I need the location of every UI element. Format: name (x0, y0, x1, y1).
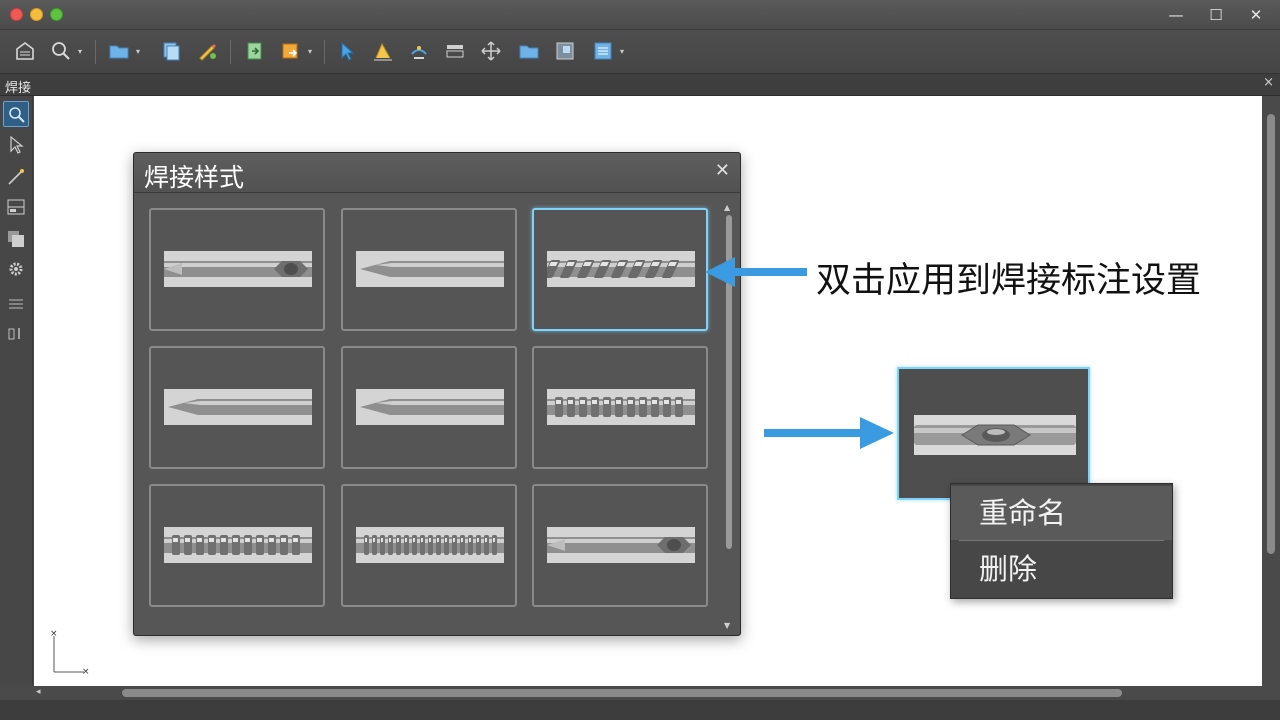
scroll-down-icon[interactable]: ▼ (724, 621, 730, 630)
toolbar-separator (230, 40, 231, 64)
weld-style-image (164, 251, 312, 287)
vertical-scrollbar[interactable] (1262, 96, 1280, 686)
close-icon[interactable]: ✕ (1242, 4, 1270, 26)
menu-lines-icon[interactable] (3, 291, 29, 317)
left-tool-strip (0, 96, 33, 686)
weld-style-tile[interactable] (341, 346, 517, 469)
zoom-tool-icon[interactable] (3, 101, 29, 127)
annotation-text: 双击应用到焊接标注设置 (816, 261, 1202, 301)
weld-style-tile[interactable] (532, 208, 708, 331)
weld-symbol-icon[interactable] (370, 38, 396, 64)
copy-tool-icon[interactable] (3, 226, 29, 252)
weld-style-image (547, 527, 695, 563)
ucs-y-label: × (50, 629, 58, 639)
horizontal-scrollbar[interactable]: ◂ (34, 686, 1262, 700)
minimize-window-button[interactable] (30, 8, 43, 21)
pencil-icon[interactable] (194, 38, 220, 64)
dialog-title: 焊接样式 (144, 163, 245, 192)
move-icon[interactable] (478, 38, 504, 64)
title-bar: — ☐ ✕ (0, 0, 1280, 30)
folder-icon[interactable] (516, 38, 542, 64)
main-toolbar: ▾ ▾ ▾ ▾ (0, 30, 1280, 74)
toolbar-separator (324, 40, 325, 64)
weld-style-tile[interactable] (149, 208, 325, 331)
weld-style-image (356, 389, 504, 425)
weld-style-image (356, 251, 504, 287)
properties-icon[interactable] (442, 38, 468, 64)
context-menu: 重命名 删除 (950, 483, 1173, 599)
panel-title: 焊接 (5, 81, 32, 96)
weld-preview-image (914, 415, 1076, 455)
weld-style-tile[interactable] (149, 484, 325, 607)
weld-style-image (164, 389, 312, 425)
scroll-left-icon[interactable]: ◂ (36, 687, 41, 697)
image-icon[interactable] (552, 38, 578, 64)
home-icon[interactable] (12, 38, 38, 64)
weld-style-tile[interactable] (341, 208, 517, 331)
weld-style-image (356, 527, 504, 563)
delete-menu-item[interactable]: 删除 (951, 542, 1172, 596)
vertical-scroll-thumb[interactable] (1267, 114, 1275, 554)
annotation-arrow-right (764, 417, 894, 449)
list-icon[interactable] (590, 38, 616, 64)
maximize-icon[interactable]: ☐ (1202, 4, 1230, 26)
zoom-window-button[interactable] (50, 8, 63, 21)
pointer-tool-icon[interactable] (3, 132, 29, 158)
weld-style-image (547, 389, 695, 425)
weld-style-dialog: 焊接样式 ✕ ▲ ▼ (133, 152, 741, 636)
status-bar (0, 700, 1280, 720)
folder-icon[interactable] (106, 38, 132, 64)
weld-style-image (547, 251, 695, 287)
weld-style-tile[interactable] (149, 346, 325, 469)
chevron-down-icon[interactable]: ▾ (620, 48, 628, 56)
gear-icon[interactable] (3, 256, 29, 282)
rename-menu-item[interactable]: 重命名 (951, 486, 1172, 540)
select-pointer-icon[interactable] (334, 38, 360, 64)
weld-bead-icon[interactable] (406, 38, 432, 64)
close-window-button[interactable] (10, 8, 23, 21)
weld-style-tile[interactable] (532, 346, 708, 469)
weld-style-tile[interactable] (341, 484, 517, 607)
ucs-x-label: × (82, 667, 90, 677)
weld-style-image (164, 527, 312, 563)
ucs-axis-icon: × × (50, 629, 90, 677)
minimize-icon[interactable]: — (1162, 4, 1190, 26)
horizontal-scroll-thumb[interactable] (122, 689, 1122, 697)
annotation-arrow-left (705, 257, 807, 287)
line-tool-icon[interactable] (3, 164, 29, 190)
weld-style-tile[interactable] (532, 484, 708, 607)
panel-header: 焊接 × (0, 74, 1280, 96)
chevron-down-icon[interactable]: ▾ (136, 48, 144, 56)
panel-close-icon[interactable]: × (1263, 75, 1274, 90)
dragged-style-tile[interactable] (897, 367, 1090, 500)
panel-tool-icon[interactable] (3, 194, 29, 220)
scroll-up-icon[interactable]: ▲ (724, 203, 730, 212)
copy-icon[interactable] (158, 38, 184, 64)
layer-icon[interactable] (278, 38, 304, 64)
export-icon[interactable] (242, 38, 268, 64)
chevron-down-icon[interactable]: ▾ (78, 48, 86, 56)
zoom-icon[interactable] (48, 38, 74, 64)
chevron-down-icon[interactable]: ▾ (308, 48, 316, 56)
numbering-icon[interactable] (3, 320, 29, 346)
toolbar-separator (95, 40, 96, 64)
menu-separator (959, 540, 1164, 541)
dialog-close-icon[interactable]: ✕ (715, 160, 730, 181)
dialog-header: 焊接样式 ✕ (134, 153, 740, 193)
